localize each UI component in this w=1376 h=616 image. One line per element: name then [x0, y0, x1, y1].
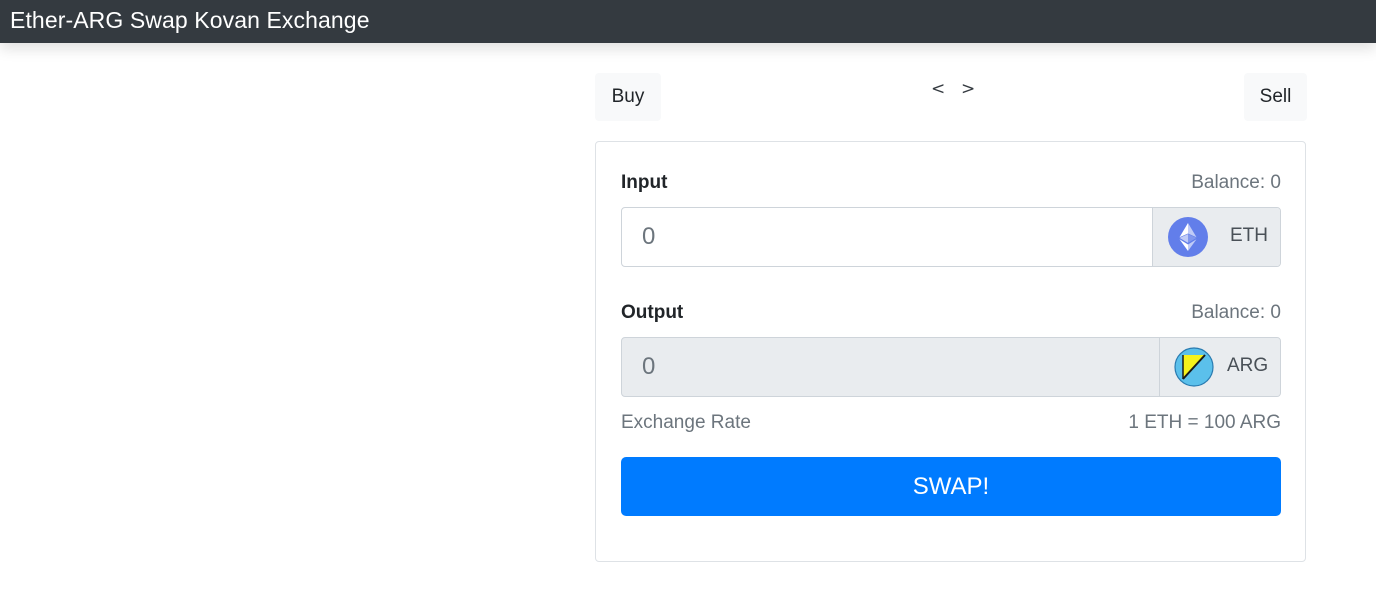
sell-button[interactable]: Sell — [1244, 73, 1307, 121]
swap-button[interactable]: SWAP! — [621, 457, 1281, 516]
input-token-addon: ETH — [1152, 208, 1280, 266]
output-amount-group: ARG — [621, 337, 1281, 397]
app-title[interactable]: Ether-ARG Swap Kovan Exchange — [10, 5, 370, 35]
output-token-symbol: ARG — [1227, 355, 1269, 376]
buy-button[interactable]: Buy — [595, 73, 661, 121]
output-label: Output — [621, 302, 684, 323]
input-balance: Balance: 0 — [1191, 172, 1281, 193]
next-arrow[interactable]: > — [961, 79, 975, 99]
input-label: Input — [621, 172, 668, 193]
arg-token-icon — [1174, 347, 1214, 387]
exchange-rate-value: 1 ETH = 100 ARG — [1128, 412, 1281, 433]
output-token-addon: ARG — [1159, 338, 1280, 396]
input-amount-group: ETH — [621, 207, 1281, 267]
exchange-rate-label: Exchange Rate — [621, 412, 751, 433]
ethereum-icon — [1168, 217, 1208, 257]
input-amount-field[interactable] — [622, 208, 1153, 266]
output-amount-field — [622, 338, 1160, 396]
input-token-symbol: ETH — [1230, 225, 1268, 246]
prev-arrow[interactable]: < — [931, 79, 945, 99]
output-balance: Balance: 0 — [1191, 302, 1281, 323]
top-navbar: Ether-ARG Swap Kovan Exchange — [0, 0, 1376, 43]
